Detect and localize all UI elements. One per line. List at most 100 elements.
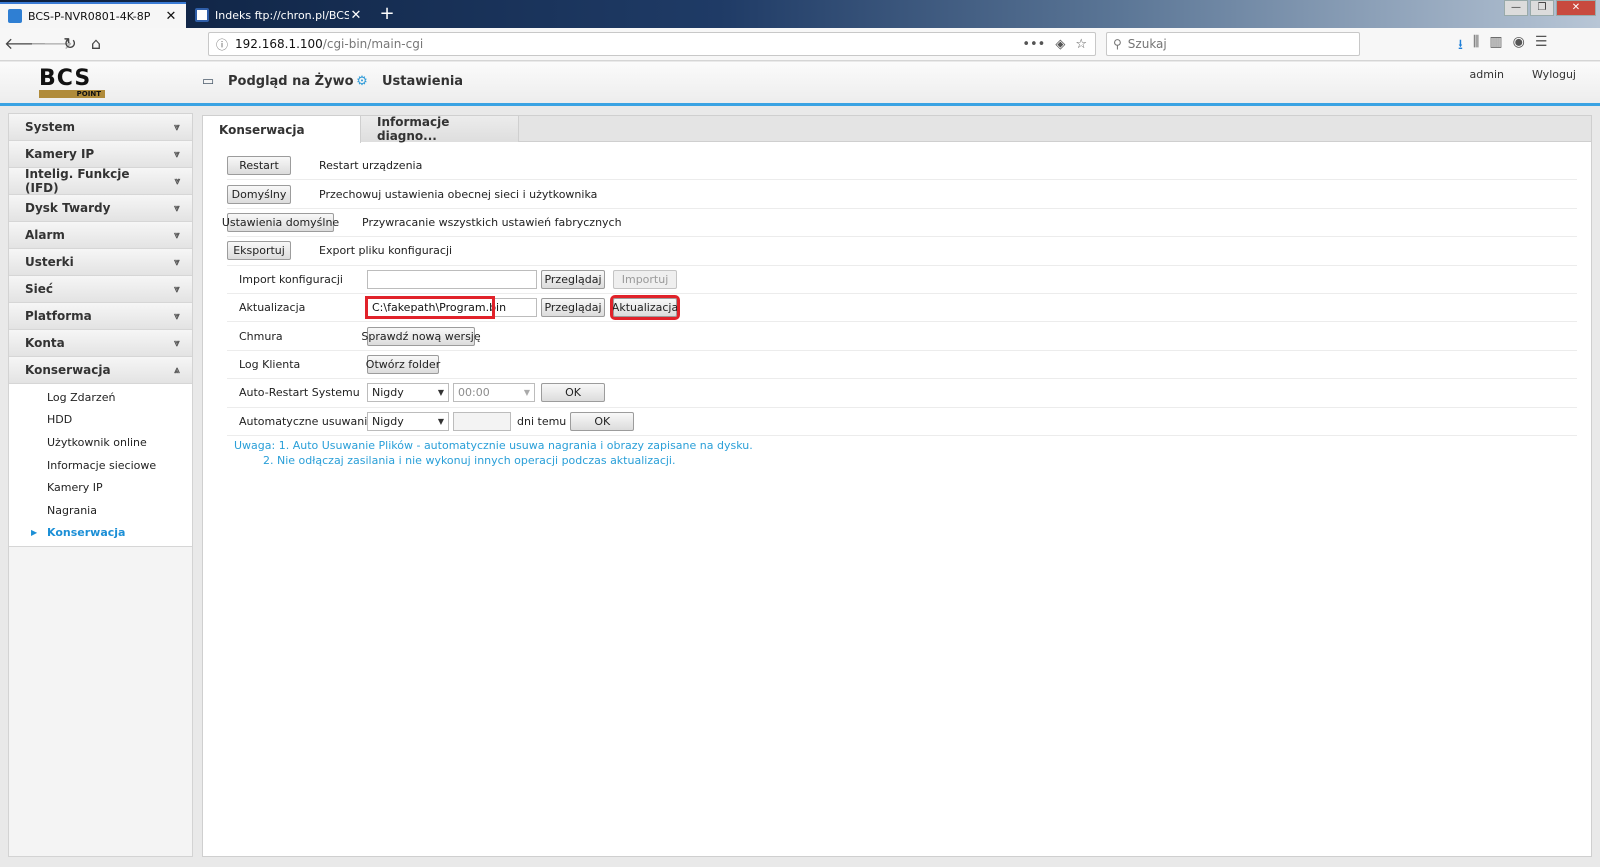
sidebar-section-accounts[interactable]: Konta ⩔	[9, 330, 192, 357]
new-tab-button[interactable]: +	[376, 3, 398, 25]
auto-delete-label: Automatyczne usuwanie pli...	[239, 414, 367, 428]
browser-search-box[interactable]: ⚲	[1106, 32, 1360, 56]
firmware-file-field[interactable]	[367, 298, 537, 318]
sidebar-section-system[interactable]: System ⩔	[9, 114, 192, 141]
sidebar-section-faults[interactable]: Usterki ⩔	[9, 249, 192, 276]
ftp-favicon-icon	[195, 8, 209, 22]
url-host: 192.168.1.100	[235, 37, 323, 51]
sidebar-section-ifd[interactable]: Intelig. Funkcje (IFD) ⩔	[9, 167, 192, 195]
browser-tab-ftp[interactable]: Indeks ftp://chron.pl/BCS/FIRM ✕	[187, 2, 371, 28]
page-actions-icon[interactable]: •••	[1022, 37, 1045, 52]
home-icon[interactable]: ⌂	[84, 33, 108, 55]
pocket-icon[interactable]: ◈	[1055, 37, 1065, 52]
row-default: Domyślny Przechowuj ustawienia obecnej s…	[227, 180, 1577, 209]
nav-settings[interactable]: ⚙ Ustawienia	[354, 74, 463, 89]
auto-delete-mode-select[interactable]: Nigdy ▼	[367, 411, 449, 431]
row-export: Eksportuj Export pliku konfiguracji	[227, 237, 1577, 266]
logo-subtext: POINT	[39, 90, 105, 98]
sidebar-item-online-users[interactable]: Użytkownik online	[9, 431, 192, 454]
url-bar[interactable]: ⓘ 192.168.1.100/cgi-bin/main-cgi ••• ◈ ☆	[208, 32, 1096, 56]
sidebar-item-maintenance[interactable]: ▶ Konserwacja	[9, 521, 192, 545]
bookmark-star-icon[interactable]: ☆	[1075, 37, 1087, 52]
close-tab-icon[interactable]: ✕	[164, 9, 178, 24]
sidebar-section-alarm[interactable]: Alarm ⩔	[9, 222, 192, 249]
chevron-down-icon: ⩔	[174, 310, 180, 322]
browser-nav-bar: 🡐 🡒 ↻ ⌂ ⓘ 192.168.1.100/cgi-bin/main-cgi…	[0, 28, 1600, 61]
active-indicator-icon: ▶	[31, 528, 38, 538]
default-settings-button[interactable]: Domyślny	[227, 184, 291, 204]
forward-arrow-icon[interactable]: 🡒	[30, 33, 73, 55]
auto-delete-days-field[interactable]	[453, 411, 511, 431]
chevron-down-icon: ⩔	[174, 148, 180, 160]
sidebar-section-label: Konta	[25, 336, 65, 350]
import-file-field[interactable]	[367, 269, 537, 289]
logo-text: BCS	[39, 66, 92, 91]
row-firmware-update: Aktualizacja Przeglądaj Aktualizacja	[227, 294, 1577, 323]
row-factory-reset: Ustawienia domyślne Przywracanie wszystk…	[222, 209, 1577, 238]
sidebar-section-ip-cameras[interactable]: Kamery IP ⩔	[9, 141, 192, 168]
sidebar-toggle-icon[interactable]: ▥	[1489, 34, 1502, 58]
sidebar-section-label: Alarm	[25, 228, 65, 242]
sidebar-section-label: Konserwacja	[25, 363, 111, 377]
auto-delete-mode-value: Nigdy	[372, 414, 404, 428]
info-icon[interactable]: ⓘ	[209, 36, 235, 53]
content-tabs: Konserwacja Informacje diagno...	[203, 115, 1591, 143]
auto-delete-ok-button[interactable]: OK	[570, 411, 635, 431]
sidebar-section-hdd[interactable]: Dysk Twardy ⩔	[9, 195, 192, 222]
open-folder-button[interactable]: Otwórz folder	[366, 354, 440, 374]
sidebar-item-event-log[interactable]: Log Zdarzeń	[9, 386, 192, 409]
restart-button[interactable]: Restart	[227, 156, 291, 176]
minimize-button[interactable]: —	[1504, 0, 1528, 16]
library-icon[interactable]: ⫼	[1473, 34, 1479, 58]
browser-tab-active[interactable]: BCS-P-NVR0801-4K-8P ✕	[0, 2, 186, 28]
sidebar-item-network-info[interactable]: Informacje sieciowe	[9, 453, 192, 477]
sidebar-section-platform[interactable]: Platforma ⩔	[9, 303, 192, 330]
export-config-description: Export pliku konfiguracji	[319, 244, 453, 258]
factory-reset-button[interactable]: Ustawienia domyślne	[222, 212, 339, 232]
sidebar-item-hdd[interactable]: HDD	[9, 408, 192, 432]
search-input[interactable]	[1127, 37, 1338, 51]
auto-restart-time-select[interactable]: 00:00 ▼	[453, 383, 535, 403]
export-config-button[interactable]: Eksportuj	[227, 241, 291, 261]
warning-note-line-2: 2. Nie odłączaj zasilania i nie wykonuj …	[263, 454, 676, 467]
sidebar-section-label: Dysk Twardy	[25, 201, 111, 215]
sidebar-item-ip-cameras[interactable]: Kamery IP	[9, 476, 192, 499]
extension-icon[interactable]: ◉	[1513, 34, 1525, 58]
back-arrow-icon[interactable]: 🡐	[4, 33, 47, 55]
reload-icon[interactable]: ↻	[58, 33, 82, 55]
nav-live-view[interactable]: ▭ Podgląd na Żywo	[200, 74, 354, 89]
auto-restart-mode-value: Nigdy	[372, 386, 404, 400]
dropdown-arrow-icon: ▼	[523, 388, 530, 398]
chevron-down-icon: ⩔	[174, 175, 181, 187]
menu-icon[interactable]: ☰	[1535, 34, 1548, 58]
sidebar-item-recordings[interactable]: Nagrania	[9, 498, 192, 522]
row-cloud: Chmura Sprawdź nową wersję	[227, 322, 1577, 351]
tab-maintenance[interactable]: Konserwacja	[203, 116, 361, 143]
window-controls: — ❐ ✕	[1502, 0, 1596, 16]
url-path: /cgi-bin/main-cgi	[322, 37, 424, 51]
browser-tab-label: Indeks ftp://chron.pl/BCS/FIRM	[215, 8, 349, 22]
firmware-update-button[interactable]: Aktualizacja	[610, 295, 680, 321]
download-icon[interactable]: ⭳	[1458, 34, 1463, 58]
import-browse-button[interactable]: Przeglądaj	[541, 269, 605, 289]
chevron-down-icon: ⩔	[174, 256, 180, 268]
logout-link[interactable]: Wyloguj	[1532, 68, 1576, 81]
import-button[interactable]: Importuj	[613, 269, 677, 289]
auto-restart-mode-select[interactable]: Nigdy ▼	[367, 383, 449, 403]
site-favicon-icon	[8, 9, 22, 23]
close-window-button[interactable]: ✕	[1556, 0, 1596, 16]
maximize-button[interactable]: ❐	[1530, 0, 1554, 16]
firmware-file-wrapper	[365, 296, 537, 320]
dropdown-arrow-icon: ▼	[437, 416, 444, 426]
settings-sidebar: System ⩔ Kamery IP ⩔ Intelig. Funkcje (IFD…	[8, 113, 193, 857]
sidebar-section-maintenance[interactable]: Konserwacja ⩓	[9, 357, 192, 384]
maintenance-rows: Restart Restart urządzenia Domyślny Prze…	[222, 152, 1577, 436]
check-new-version-button[interactable]: Sprawdź nową wersję	[361, 326, 481, 346]
close-tab-icon[interactable]: ✕	[349, 8, 363, 23]
auto-restart-ok-button[interactable]: OK	[541, 383, 605, 403]
toolbar-icons: ⭳ ⫼ ▥ ◉ ☰	[1458, 34, 1547, 58]
firmware-browse-button[interactable]: Przeglądaj	[541, 298, 605, 318]
sidebar-section-network[interactable]: Sieć ⩔	[9, 276, 192, 303]
row-restart: Restart Restart urządzenia	[227, 152, 1577, 181]
tab-diagnostics[interactable]: Informacje diagno...	[361, 115, 519, 143]
